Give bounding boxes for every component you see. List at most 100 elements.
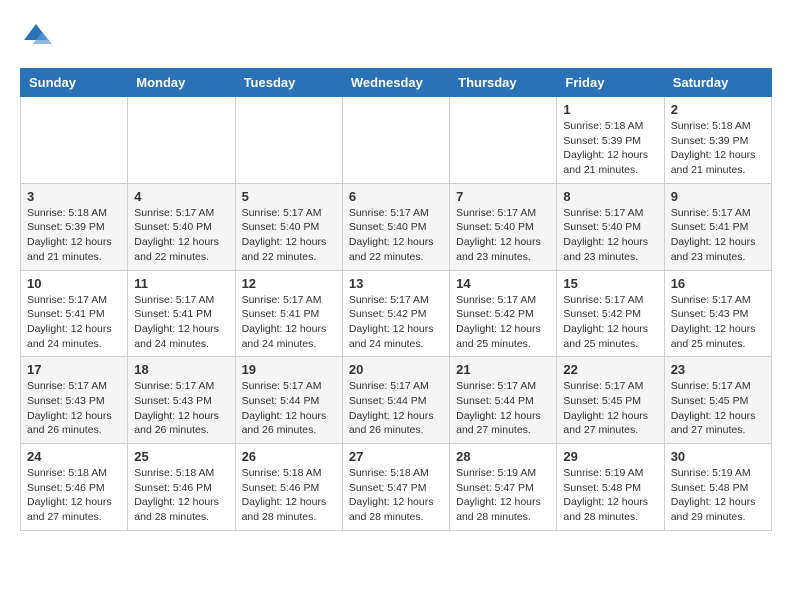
weekday-header-tuesday: Tuesday <box>235 69 342 97</box>
day-number: 17 <box>27 362 121 377</box>
day-info: Sunrise: 5:17 AMSunset: 5:45 PMDaylight:… <box>671 379 765 438</box>
calendar-day-cell: 4 Sunrise: 5:17 AMSunset: 5:40 PMDaylight… <box>128 183 235 270</box>
day-info: Sunrise: 5:18 AMSunset: 5:46 PMDaylight:… <box>134 466 228 525</box>
day-info: Sunrise: 5:17 AMSunset: 5:42 PMDaylight:… <box>563 293 657 352</box>
calendar-day-cell <box>342 97 449 184</box>
day-number: 26 <box>242 449 336 464</box>
calendar-day-cell: 21 Sunrise: 5:17 AMSunset: 5:44 PMDayligh… <box>450 357 557 444</box>
day-number: 15 <box>563 276 657 291</box>
day-info: Sunrise: 5:18 AMSunset: 5:39 PMDaylight:… <box>671 119 765 178</box>
calendar-week-row: 1 Sunrise: 5:18 AMSunset: 5:39 PMDaylight… <box>21 97 772 184</box>
calendar-day-cell: 28 Sunrise: 5:19 AMSunset: 5:47 PMDayligh… <box>450 444 557 531</box>
calendar-day-cell: 2 Sunrise: 5:18 AMSunset: 5:39 PMDaylight… <box>664 97 771 184</box>
day-number: 9 <box>671 189 765 204</box>
calendar-day-cell: 6 Sunrise: 5:17 AMSunset: 5:40 PMDaylight… <box>342 183 449 270</box>
calendar-day-cell <box>128 97 235 184</box>
day-info: Sunrise: 5:17 AMSunset: 5:40 PMDaylight:… <box>456 206 550 265</box>
day-info: Sunrise: 5:17 AMSunset: 5:44 PMDaylight:… <box>242 379 336 438</box>
calendar-day-cell: 17 Sunrise: 5:17 AMSunset: 5:43 PMDayligh… <box>21 357 128 444</box>
weekday-header-friday: Friday <box>557 69 664 97</box>
day-number: 18 <box>134 362 228 377</box>
calendar-week-row: 17 Sunrise: 5:17 AMSunset: 5:43 PMDayligh… <box>21 357 772 444</box>
calendar-day-cell: 24Sunrise: 5:18 AMSunset: 5:46 PMDayligh… <box>21 444 128 531</box>
day-info: Sunrise: 5:17 AMSunset: 5:41 PMDaylight:… <box>242 293 336 352</box>
weekday-header-sunday: Sunday <box>21 69 128 97</box>
calendar-day-cell: 29 Sunrise: 5:19 AMSunset: 5:48 PMDayligh… <box>557 444 664 531</box>
calendar-week-row: 3 Sunrise: 5:18 AMSunset: 5:39 PMDaylight… <box>21 183 772 270</box>
day-info: Sunrise: 5:19 AMSunset: 5:48 PMDaylight:… <box>563 466 657 525</box>
calendar-day-cell: 22 Sunrise: 5:17 AMSunset: 5:45 PMDayligh… <box>557 357 664 444</box>
day-number: 4 <box>134 189 228 204</box>
day-info: Sunrise: 5:17 AMSunset: 5:40 PMDaylight:… <box>563 206 657 265</box>
day-info: Sunrise: 5:17 AMSunset: 5:42 PMDaylight:… <box>349 293 443 352</box>
calendar-day-cell: 9 Sunrise: 5:17 AMSunset: 5:41 PMDaylight… <box>664 183 771 270</box>
day-number: 30 <box>671 449 765 464</box>
calendar-day-cell: 12 Sunrise: 5:17 AMSunset: 5:41 PMDayligh… <box>235 270 342 357</box>
day-info: Sunrise: 5:18 AMSunset: 5:39 PMDaylight:… <box>563 119 657 178</box>
day-info: Sunrise: 5:17 AMSunset: 5:45 PMDaylight:… <box>563 379 657 438</box>
day-number: 12 <box>242 276 336 291</box>
calendar-day-cell: 7 Sunrise: 5:17 AMSunset: 5:40 PMDaylight… <box>450 183 557 270</box>
calendar-day-cell: 15 Sunrise: 5:17 AMSunset: 5:42 PMDayligh… <box>557 270 664 357</box>
calendar-day-cell <box>235 97 342 184</box>
calendar-day-cell: 30Sunrise: 5:19 AMSunset: 5:48 PMDayligh… <box>664 444 771 531</box>
day-number: 13 <box>349 276 443 291</box>
day-info: Sunrise: 5:17 AMSunset: 5:43 PMDaylight:… <box>671 293 765 352</box>
calendar-week-row: 10 Sunrise: 5:17 AMSunset: 5:41 PMDayligh… <box>21 270 772 357</box>
day-info: Sunrise: 5:17 AMSunset: 5:44 PMDaylight:… <box>456 379 550 438</box>
day-info: Sunrise: 5:18 AMSunset: 5:46 PMDaylight:… <box>242 466 336 525</box>
day-number: 7 <box>456 189 550 204</box>
day-info: Sunrise: 5:17 AMSunset: 5:41 PMDaylight:… <box>671 206 765 265</box>
weekday-header-wednesday: Wednesday <box>342 69 449 97</box>
day-number: 16 <box>671 276 765 291</box>
day-info: Sunrise: 5:19 AMSunset: 5:47 PMDaylight:… <box>456 466 550 525</box>
day-number: 3 <box>27 189 121 204</box>
day-number: 14 <box>456 276 550 291</box>
calendar-day-cell: 5Sunrise: 5:17 AMSunset: 5:40 PMDaylight… <box>235 183 342 270</box>
calendar-day-cell: 13 Sunrise: 5:17 AMSunset: 5:42 PMDayligh… <box>342 270 449 357</box>
calendar-day-cell: 16 Sunrise: 5:17 AMSunset: 5:43 PMDayligh… <box>664 270 771 357</box>
calendar-day-cell: 19 Sunrise: 5:17 AMSunset: 5:44 PMDayligh… <box>235 357 342 444</box>
day-number: 22 <box>563 362 657 377</box>
day-info: Sunrise: 5:18 AMSunset: 5:47 PMDaylight:… <box>349 466 443 525</box>
calendar-week-row: 24 Sunrise: 5:18 AMSunset: 5:46 PMDayligh… <box>21 444 772 531</box>
weekday-header-monday: Monday <box>128 69 235 97</box>
day-info: Sunrise: 5:17 AMSunset: 5:41 PMDaylight:… <box>134 293 228 352</box>
calendar-day-cell: 27 Sunrise: 5:18 AMSunset: 5:47 PMDayligh… <box>342 444 449 531</box>
logo <box>20 20 56 52</box>
day-info: Sunrise: 5:17 AMSunset: 5:43 PMDaylight:… <box>27 379 121 438</box>
day-number: 20 <box>349 362 443 377</box>
calendar-day-cell: 1 Sunrise: 5:18 AMSunset: 5:39 PMDaylight… <box>557 97 664 184</box>
day-number: 1 <box>563 102 657 117</box>
calendar-day-cell: 3 Sunrise: 5:18 AMSunset: 5:39 PMDaylight… <box>21 183 128 270</box>
calendar-day-cell: 25Sunrise: 5:18 AMSunset: 5:46 PMDayligh… <box>128 444 235 531</box>
page-header <box>20 20 772 52</box>
day-number: 6 <box>349 189 443 204</box>
day-info: Sunrise: 5:17 AMSunset: 5:40 PMDaylight:… <box>349 206 443 265</box>
day-info: Sunrise: 5:17 AMSunset: 5:43 PMDaylight:… <box>134 379 228 438</box>
calendar-day-cell: 8 Sunrise: 5:17 AMSunset: 5:40 PMDaylight… <box>557 183 664 270</box>
weekday-header-thursday: Thursday <box>450 69 557 97</box>
day-number: 28 <box>456 449 550 464</box>
calendar-day-cell: 20Sunrise: 5:17 AMSunset: 5:44 PMDayligh… <box>342 357 449 444</box>
day-number: 21 <box>456 362 550 377</box>
calendar-day-cell: 14Sunrise: 5:17 AMSunset: 5:42 PMDayligh… <box>450 270 557 357</box>
calendar-table: SundayMondayTuesdayWednesdayThursdayFrid… <box>20 68 772 531</box>
day-number: 27 <box>349 449 443 464</box>
calendar-day-cell <box>450 97 557 184</box>
day-number: 10 <box>27 276 121 291</box>
day-number: 24 <box>27 449 121 464</box>
day-number: 23 <box>671 362 765 377</box>
calendar-day-cell: 23 Sunrise: 5:17 AMSunset: 5:45 PMDayligh… <box>664 357 771 444</box>
calendar-header-row: SundayMondayTuesdayWednesdayThursdayFrid… <box>21 69 772 97</box>
day-info: Sunrise: 5:17 AMSunset: 5:41 PMDaylight:… <box>27 293 121 352</box>
calendar-day-cell: 18 Sunrise: 5:17 AMSunset: 5:43 PMDayligh… <box>128 357 235 444</box>
calendar-day-cell: 10 Sunrise: 5:17 AMSunset: 5:41 PMDayligh… <box>21 270 128 357</box>
calendar-day-cell: 26 Sunrise: 5:18 AMSunset: 5:46 PMDayligh… <box>235 444 342 531</box>
day-info: Sunrise: 5:17 AMSunset: 5:40 PMDaylight:… <box>134 206 228 265</box>
day-number: 8 <box>563 189 657 204</box>
day-info: Sunrise: 5:18 AMSunset: 5:39 PMDaylight:… <box>27 206 121 265</box>
day-number: 19 <box>242 362 336 377</box>
day-number: 2 <box>671 102 765 117</box>
day-number: 29 <box>563 449 657 464</box>
